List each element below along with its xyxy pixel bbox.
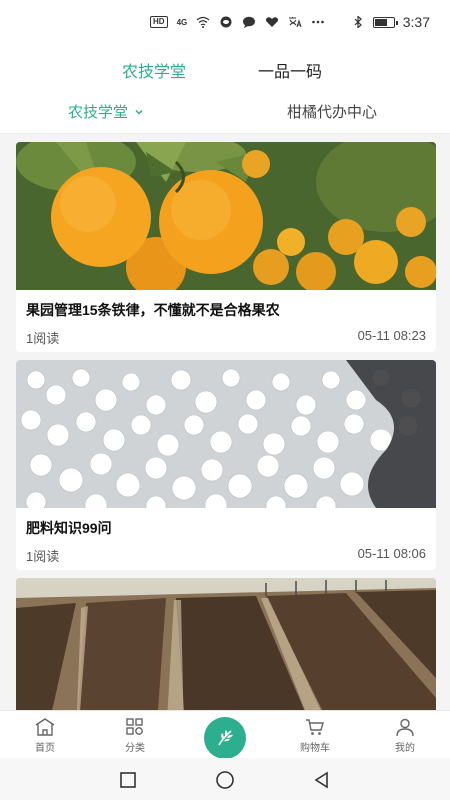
chat-icon [243,16,256,28]
publish-time: 05-11 08:06 [357,546,426,561]
grid-icon [126,718,143,735]
sub-nav: 农技学堂 柑橘代办中心 [0,90,450,134]
nav-category-label: 分类 [125,743,145,754]
nav-home-label: 首页 [35,743,55,754]
category-dropdown[interactable]: 农技学堂 [68,101,144,122]
nav-profile-label: 我的 [395,743,415,754]
tab-agri-school[interactable]: 农技学堂 [122,58,186,82]
article-meta: 1阅读 05-11 08:23 [26,328,426,347]
nav-center-button[interactable] [204,717,246,759]
article-image-soil-field [16,578,436,710]
signal-label: 4G [176,17,188,27]
article-card[interactable]: 肥料知识99问 1阅读 05-11 08:06 [16,360,436,570]
citrus-agency-center-label: 柑橘代办中心 [287,104,378,121]
nav-cart-label: 购物车 [300,743,330,754]
battery-icon [372,16,398,28]
top-tabs: 农技学堂 一品一码 [0,44,450,90]
nav-category[interactable]: 分类 [105,717,165,754]
citrus-agency-center-link[interactable]: 柑橘代办中心 [287,101,377,122]
clock: 3:37 [402,14,430,30]
status-icons-right: 3:37 [351,14,430,30]
article-title[interactable]: 果园管理15条铁律，不懂就不是合格果农 [26,300,280,320]
cart-icon [306,719,324,735]
system-nav-bar [0,758,450,800]
wifi-icon [196,16,210,28]
article-meta: 1阅读 05-11 08:06 [26,546,426,565]
publish-time: 05-11 08:23 [357,328,426,343]
category-dropdown-label: 农技学堂 [68,104,129,121]
chevron-down-icon [135,109,143,115]
more-icon [312,20,325,24]
home-icon [35,718,55,736]
back-triangle-icon[interactable] [312,770,332,790]
user-icon [396,718,414,737]
app-notification-icon [220,16,232,28]
heart-icon [266,17,279,27]
article-image-fertilizer [16,360,436,508]
read-count: 1阅读 [26,331,60,346]
home-circle-icon[interactable] [215,770,235,790]
tab-one-product-one-code[interactable]: 一品一码 [258,58,322,82]
article-feed[interactable]: 果园管理15条铁律，不懂就不是合格果农 1阅读 05-11 08:23 肥料知识… [0,134,450,710]
nav-profile[interactable]: 我的 [375,717,435,754]
read-count: 1阅读 [26,549,60,564]
hd-badge: HD [150,16,168,28]
bottom-nav: 首页 分类 购物车 我的 [0,710,450,759]
leaf-icon [218,730,233,746]
article-card[interactable]: 果园管理15条铁律，不懂就不是合格果农 1阅读 05-11 08:23 [16,142,436,352]
recent-apps-icon[interactable] [118,770,138,790]
nav-cart[interactable]: 购物车 [285,717,345,754]
bluetooth-icon [354,16,362,28]
status-bar: HD 4G 3:37 [0,0,450,44]
article-title[interactable]: 肥料知识99问 [26,518,112,538]
article-image-oranges [16,142,436,290]
status-icons-left: HD 4G [150,16,325,28]
article-card[interactable] [16,578,436,710]
nav-home[interactable]: 首页 [15,717,75,754]
translate-icon [289,17,302,28]
